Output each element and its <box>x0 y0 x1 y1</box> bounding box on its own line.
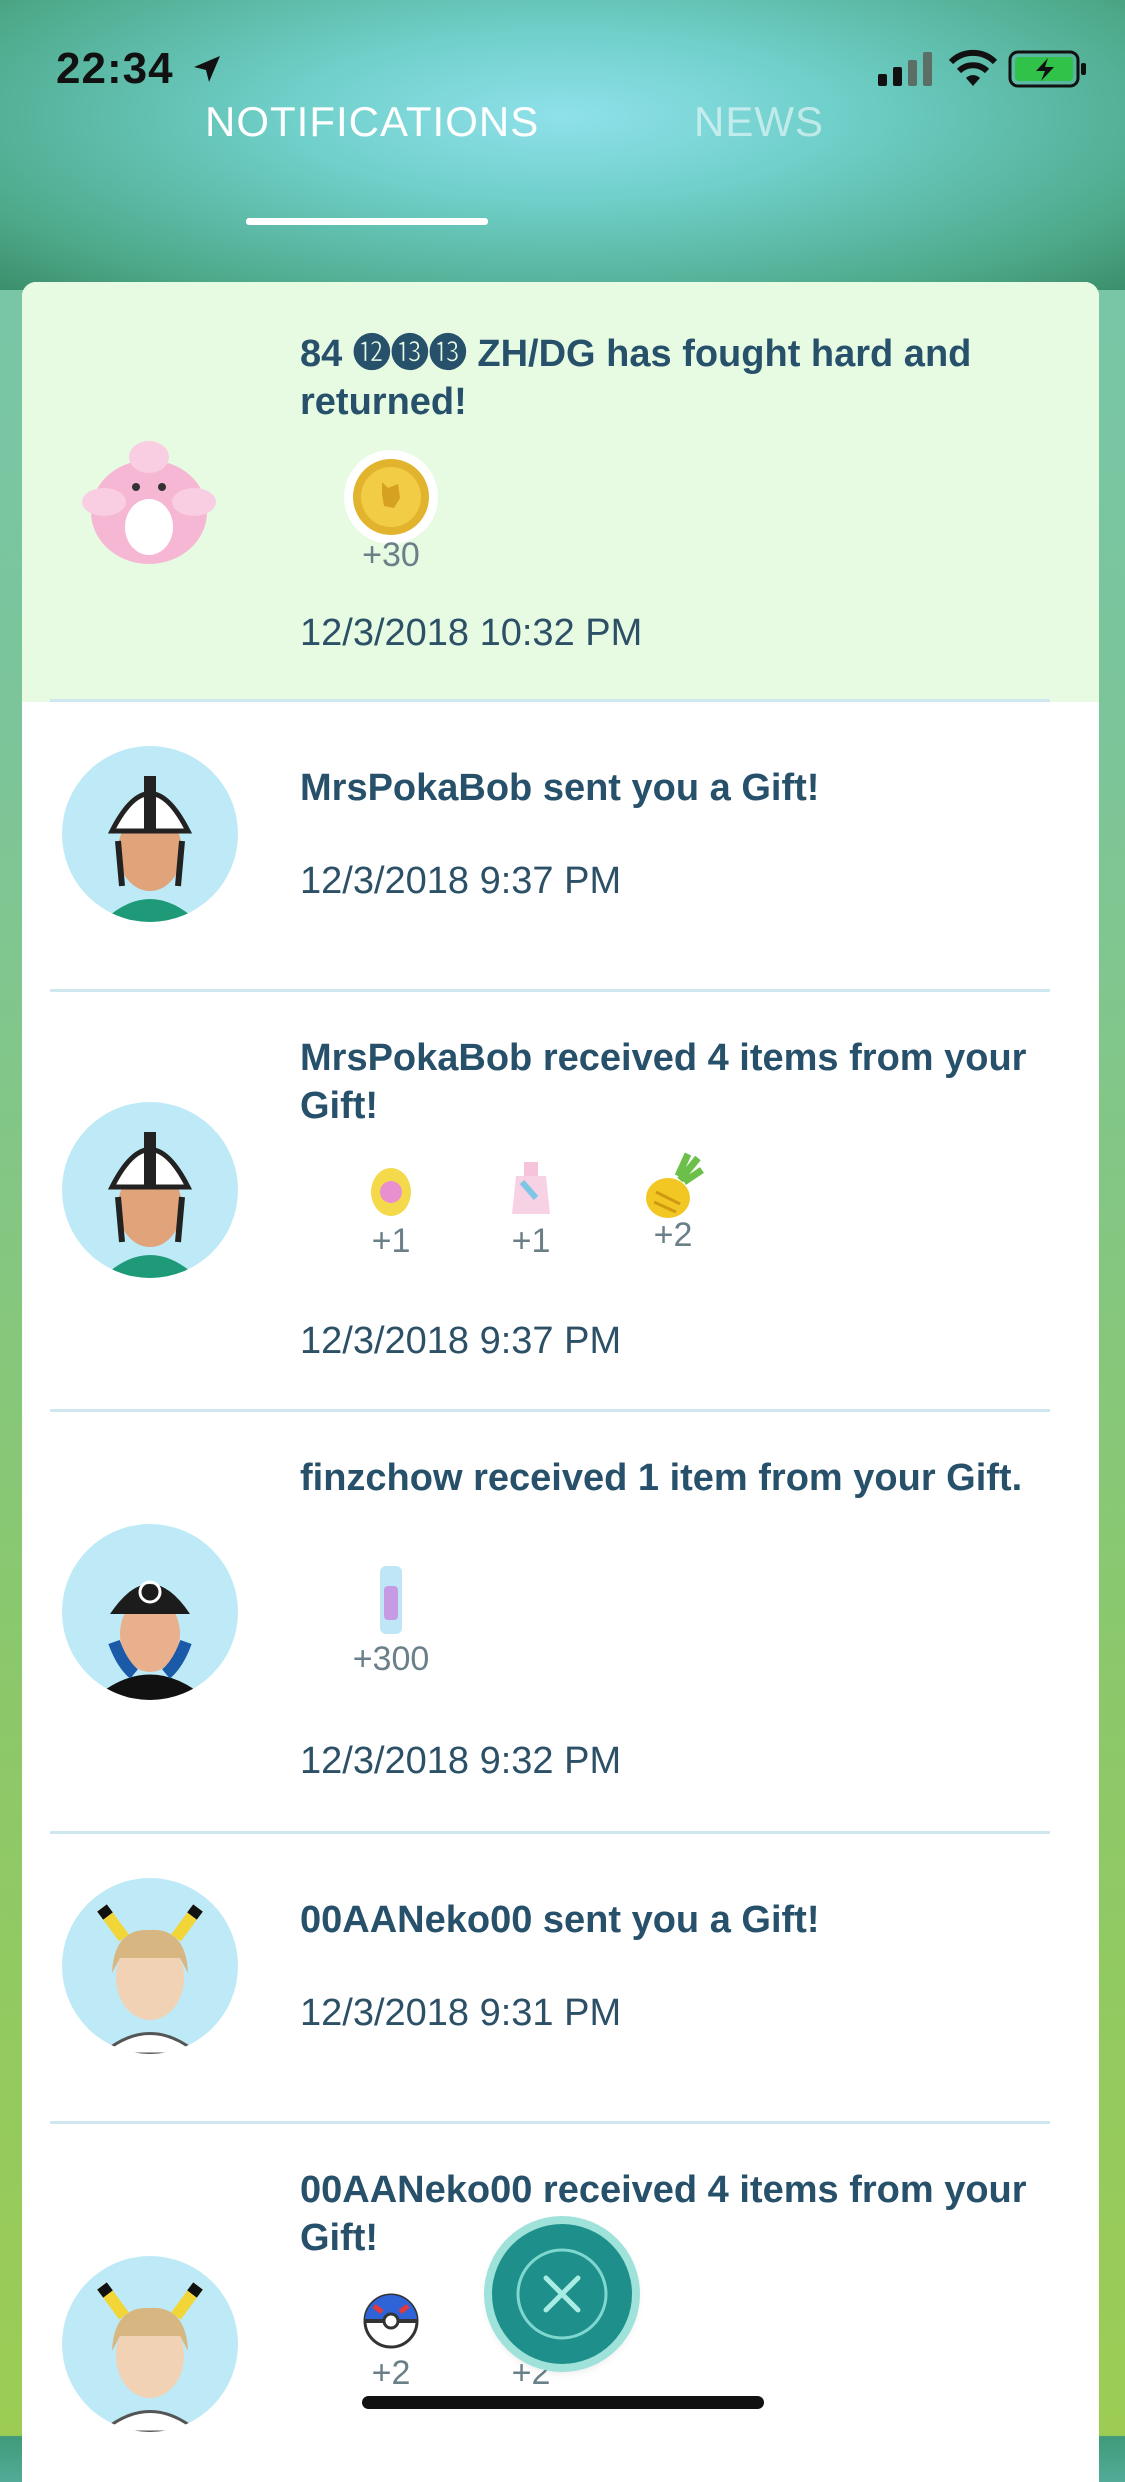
notification-message: 00AANeko00 received 4 items from your Gi… <box>300 2169 1027 2259</box>
notification-item[interactable]: MrsPokaBob received 4 items from your Gi… <box>22 992 1099 1412</box>
pinap-berry-icon <box>646 1152 704 1218</box>
notification-message: MrsPokaBob sent you a Gift! <box>300 767 820 809</box>
trainer-avatar <box>62 746 238 922</box>
notification-time: 12/3/2018 10:32 PM <box>300 612 643 654</box>
notification-list[interactable]: 84 ⓬⓭⓭ ZH/DG has fought hard and returne… <box>22 282 1099 2482</box>
trainer-cap-icon <box>92 1580 208 1700</box>
notification-message: finzchow received 1 item from your Gift. <box>300 1457 1023 1499</box>
reward-item: +2 <box>608 1152 738 1255</box>
close-icon <box>516 2248 608 2340</box>
notification-item[interactable]: MrsPokaBob sent you a Gift! 12/3/2018 9:… <box>22 702 1099 972</box>
reward-item: +2 <box>326 2292 456 2393</box>
stardust-icon <box>380 1566 402 1634</box>
reward-item: +300 <box>326 1564 456 1679</box>
notification-time: 12/3/2018 9:37 PM <box>300 1320 622 1362</box>
reward-count: +300 <box>352 1640 430 1678</box>
wifi-icon <box>948 49 998 86</box>
egg-icon <box>371 1168 411 1216</box>
location-arrow-icon <box>194 56 220 82</box>
notification-item[interactable]: 00AANeko00 sent you a Gift! 12/3/2018 9:… <box>22 1834 1099 2104</box>
reward-item: +1 <box>466 1158 596 1261</box>
trainer-helmet-icon <box>102 776 198 922</box>
tab-news[interactable]: NEWS <box>694 98 824 146</box>
reward-count: +2 <box>371 2354 411 2392</box>
reward-item: +1 <box>326 1158 456 1261</box>
home-indicator[interactable] <box>362 2396 764 2409</box>
reward-count: +30 <box>362 536 420 574</box>
reward-count: +1 <box>511 1222 551 1260</box>
tab-notifications[interactable]: NOTIFICATIONS <box>205 98 539 146</box>
blissey-avatar <box>82 441 216 564</box>
status-time: 22:34 <box>56 44 174 93</box>
trainer-pikachu-hat-icon <box>97 2282 203 2432</box>
notification-item[interactable]: finzchow received 1 item from your Gift.… <box>22 1412 1099 1832</box>
active-tab-indicator <box>246 218 488 225</box>
cellular-signal-icon <box>878 52 932 86</box>
reward-count: +2 <box>653 1216 693 1254</box>
trainer-avatar <box>62 1102 238 1278</box>
close-button[interactable] <box>492 2224 632 2364</box>
battery-charging-icon <box>1008 50 1086 88</box>
notification-message: 84 ⓬⓭⓭ ZH/DG has fought hard and returne… <box>300 333 972 423</box>
trainer-avatar <box>62 2256 238 2432</box>
trainer-avatar <box>62 1524 238 1700</box>
reward-item: +30 <box>326 448 456 575</box>
trainer-helmet-icon <box>102 1132 198 1278</box>
reward-count: +1 <box>371 1222 411 1260</box>
notification-time: 12/3/2018 9:31 PM <box>300 1992 622 2034</box>
status-bar: 22:34 <box>0 0 1125 130</box>
potion-icon <box>512 1162 550 1214</box>
trainer-pikachu-hat-icon <box>97 1904 203 2054</box>
notification-message: MrsPokaBob received 4 items from your Gi… <box>300 1037 1027 1127</box>
notification-item[interactable]: 84 ⓬⓭⓭ ZH/DG has fought hard and returne… <box>22 282 1099 702</box>
notification-time: 12/3/2018 9:37 PM <box>300 860 622 902</box>
trainer-avatar <box>62 1878 238 2054</box>
great-ball-icon <box>363 2293 419 2349</box>
pokecoin-icon <box>344 450 438 544</box>
notification-time: 12/3/2018 9:32 PM <box>300 1740 622 1782</box>
notification-message: 00AANeko00 sent you a Gift! <box>300 1899 820 1941</box>
